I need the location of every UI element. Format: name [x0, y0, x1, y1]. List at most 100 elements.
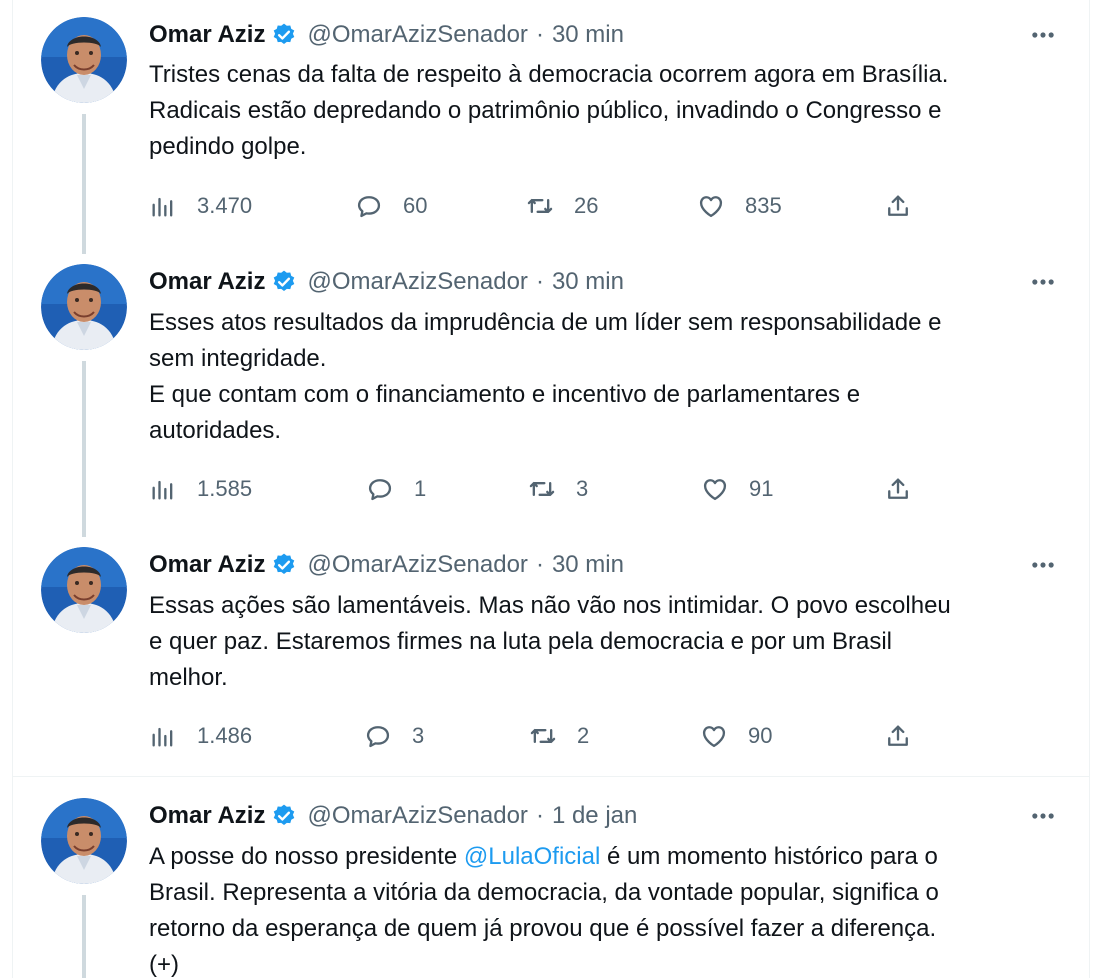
tweet-text: Esses atos resultados da imprudência de … [149, 305, 1059, 449]
reply-button[interactable]: 1 [366, 471, 426, 507]
verified-badge-icon [273, 269, 296, 293]
views-count: 1.585 [197, 476, 253, 501]
mention-link[interactable]: @LulaOficial [464, 843, 600, 870]
like-button[interactable]: 90 [700, 718, 772, 754]
avatar[interactable] [41, 798, 127, 884]
heart-icon [703, 479, 727, 501]
share-upload-icon [888, 478, 908, 499]
separator-dot: · [535, 551, 544, 578]
tweet-text: Tristes cenas da falta de respeito à dem… [149, 57, 1059, 165]
views-chart-icon [152, 480, 173, 500]
timestamp[interactable]: 1 de jan [552, 802, 637, 830]
retweet-icon [529, 481, 555, 497]
like-count: 90 [748, 723, 773, 748]
author-name[interactable]: Omar Aziz [149, 268, 265, 296]
separator-dot: · [535, 802, 544, 829]
views-button[interactable]: 3.470 [149, 188, 252, 224]
tweet-text-segment: é um momento histórico para o [600, 843, 938, 870]
like-count: 835 [745, 193, 782, 218]
retweet-button[interactable]: 2 [529, 718, 589, 754]
tweet-text-line: Brasil. Representa a vitória da democrac… [149, 879, 939, 906]
author-name[interactable]: Omar Aziz [149, 551, 265, 579]
tweet-header: Omar Aziz @OmarAzizSenador · 30 min [149, 267, 624, 297]
tweet-text-line: autoridades. [149, 417, 282, 444]
tweet-text-line: (+) [149, 951, 179, 978]
verified-badge-icon [273, 803, 296, 827]
retweet-icon [527, 199, 553, 213]
share-button[interactable] [884, 471, 912, 507]
tweet-text-line: Tristes cenas da falta de respeito à dem… [149, 61, 949, 88]
retweet-icon [530, 729, 556, 743]
author-handle[interactable]: @OmarAzizSenador [307, 21, 527, 49]
author-name[interactable]: Omar Aziz [149, 802, 265, 830]
reply-count: 1 [414, 476, 427, 501]
share-button[interactable] [884, 718, 912, 754]
tweet-text-line: Esses atos resultados da imprudência de … [149, 309, 942, 336]
share-button[interactable] [884, 188, 912, 224]
more-options-button[interactable] [1026, 801, 1060, 831]
reply-count: 3 [412, 723, 425, 748]
reply-bubble-icon [368, 479, 392, 501]
reply-count: 60 [403, 193, 428, 218]
author-handle[interactable]: @OmarAzizSenador [307, 551, 527, 579]
tweet-text-line: retorno da esperança de quem já provou q… [149, 915, 937, 942]
avatar[interactable] [41, 264, 127, 350]
more-options-button[interactable] [1026, 550, 1060, 580]
tweet-text-line: pedindo golpe. [149, 133, 307, 160]
tweet-text: A posse do nosso presidente @LulaOficial… [149, 839, 1059, 978]
like-button[interactable]: 835 [697, 188, 782, 224]
retweet-count: 2 [577, 723, 590, 748]
reply-button[interactable]: 60 [355, 188, 427, 224]
heart-icon [699, 196, 723, 218]
views-button[interactable]: 1.486 [149, 718, 252, 754]
more-options-button[interactable] [1026, 267, 1060, 297]
retweet-button[interactable]: 26 [526, 188, 598, 224]
views-button[interactable]: 1.585 [149, 471, 252, 507]
thread-line [82, 895, 86, 978]
reply-bubble-icon [366, 726, 390, 748]
verified-badge-icon [273, 552, 296, 576]
tweet-header: Omar Aziz @OmarAzizSenador · 30 min [149, 20, 624, 50]
tweet-text-line: melhor. [149, 664, 228, 691]
more-dots-icon [1032, 813, 1054, 819]
tweet-text-line: sem integridade. [149, 345, 327, 372]
views-count: 1.486 [197, 723, 253, 748]
avatar[interactable] [41, 17, 127, 103]
views-chart-icon [152, 727, 173, 747]
like-button[interactable]: 91 [701, 471, 773, 507]
verified-badge-icon [273, 22, 296, 46]
share-upload-icon [888, 725, 908, 746]
timestamp[interactable]: 30 min [552, 268, 624, 296]
separator-dot: · [535, 268, 544, 295]
author-handle[interactable]: @OmarAzizSenador [307, 268, 527, 296]
separator-dot: · [535, 21, 544, 48]
more-dots-icon [1032, 562, 1054, 568]
tweet-text-line: Radicais estão depredando o patrimônio p… [149, 97, 942, 124]
tweet-text-line: e quer paz. Estaremos firmes na luta pel… [149, 628, 893, 655]
like-count: 91 [749, 476, 774, 501]
views-chart-icon [152, 197, 173, 217]
tweet-header: Omar Aziz @OmarAzizSenador · 1 de jan [149, 801, 637, 831]
more-options-button[interactable] [1026, 20, 1060, 50]
views-count: 3.470 [197, 193, 253, 218]
share-upload-icon [888, 195, 908, 216]
thread-line [82, 114, 86, 254]
more-dots-icon [1032, 32, 1054, 38]
retweet-count: 3 [576, 476, 589, 501]
retweet-count: 26 [574, 193, 599, 218]
tweet-text-segment: A posse do nosso presidente [149, 843, 464, 870]
timestamp[interactable]: 30 min [552, 551, 624, 579]
tweet-text: Essas ações são lamentáveis. Mas não vão… [149, 588, 1059, 696]
reply-button[interactable]: 3 [364, 718, 424, 754]
tweet-text-line: A posse do nosso presidente @LulaOficial… [149, 839, 1059, 875]
thread-line [82, 361, 86, 537]
reply-bubble-icon [357, 196, 381, 218]
author-name[interactable]: Omar Aziz [149, 21, 265, 49]
tweet-header: Omar Aziz @OmarAzizSenador · 30 min [149, 550, 624, 580]
heart-icon [702, 726, 726, 748]
more-dots-icon [1032, 279, 1054, 285]
timestamp[interactable]: 30 min [552, 21, 624, 49]
retweet-button[interactable]: 3 [528, 471, 588, 507]
author-handle[interactable]: @OmarAzizSenador [307, 802, 527, 830]
avatar[interactable] [41, 547, 127, 633]
